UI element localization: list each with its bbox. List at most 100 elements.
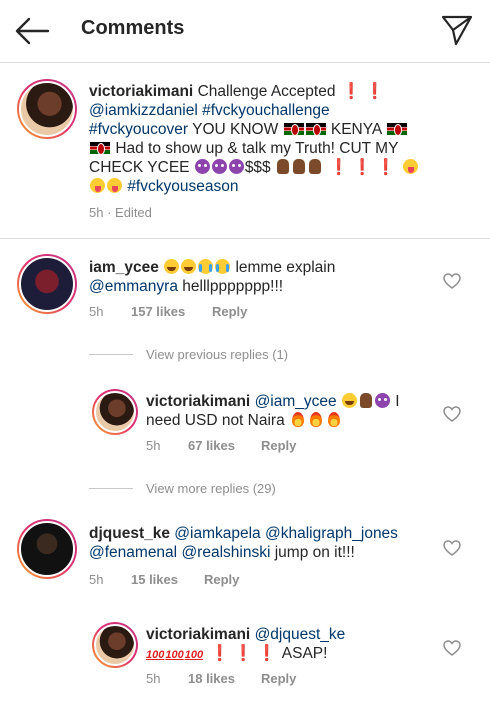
heart-outline-icon[interactable] — [443, 540, 461, 556]
like-count[interactable]: 67 likes — [188, 438, 235, 453]
comment-meta: 5h 15 likes Reply — [89, 572, 389, 590]
reply-mention[interactable]: @iam_ycee — [255, 393, 337, 410]
comment-mention[interactable]: @khaligraph_jones — [265, 525, 398, 542]
back-arrow-icon[interactable] — [14, 14, 50, 48]
reply-button[interactable]: Reply — [261, 438, 296, 453]
caption-username[interactable]: victoriakimani — [89, 83, 193, 100]
reply-text: victoriakimani @iam_ycee I need USD not … — [146, 392, 431, 430]
avatar[interactable] — [92, 389, 138, 435]
heart-outline-icon[interactable] — [443, 406, 461, 422]
exclamation-icon: ❗ — [365, 83, 385, 100]
reply-text-1: ASAP! — [281, 645, 328, 662]
comment-time: 5h — [89, 304, 104, 319]
reply-text: victoriakimani @djquest_ke 100100100 ❗ ❗ ❗… — [146, 625, 431, 665]
like-count[interactable]: 15 likes — [131, 572, 178, 587]
reply-button[interactable]: Reply — [212, 304, 247, 319]
caption-hashtag[interactable]: #fvckyouseason — [127, 178, 238, 195]
caption-divider — [0, 238, 490, 239]
avatar[interactable] — [17, 254, 77, 314]
kenya-flag-icon — [305, 123, 326, 136]
reply-button[interactable]: Reply — [204, 572, 239, 587]
view-previous-replies[interactable]: View previous replies (1) — [146, 347, 288, 362]
reply-time: 5h — [146, 438, 161, 453]
laughing-face-icon — [341, 393, 357, 408]
comment-text: iam_ycee lemme explain @emmanyra helllpp… — [89, 258, 429, 296]
like-count[interactable]: 157 likes — [131, 304, 185, 319]
caption-hashtag[interactable]: #fvckyoucover — [89, 121, 188, 138]
fire-icon — [292, 412, 305, 427]
devil-icon — [211, 159, 227, 174]
devil-icon — [194, 159, 210, 174]
avatar[interactable] — [92, 622, 138, 668]
pointing-hand-icon — [277, 159, 289, 174]
heart-outline-icon[interactable] — [443, 640, 461, 656]
caption-text-3: KENYA — [330, 121, 382, 138]
page-title: Comments — [81, 17, 185, 39]
reply-mention[interactable]: @djquest_ke — [255, 626, 346, 643]
devil-icon — [374, 393, 390, 408]
kenya-flag-icon — [283, 123, 304, 136]
heart-outline-icon[interactable] — [443, 273, 461, 289]
comment-text-1: lemme explain — [235, 259, 336, 276]
comment-time: 5h — [89, 572, 104, 587]
reply-time: 5h — [146, 671, 161, 686]
caption-meta: 5h · Edited — [89, 205, 152, 220]
devil-icon — [228, 159, 244, 174]
kenya-flag-icon — [90, 142, 110, 155]
comment-mention[interactable]: @fenamenal — [89, 544, 177, 561]
avatar[interactable] — [17, 79, 77, 139]
comment-text-2: helllppppppp!!! — [182, 278, 284, 295]
exclamation-icon: ❗ — [210, 645, 230, 662]
fire-icon — [328, 412, 341, 427]
header-bar: Comments — [0, 0, 490, 62]
tongue-face-icon — [402, 159, 418, 174]
laughing-face-icon — [164, 259, 180, 274]
comment-username[interactable]: djquest_ke — [89, 525, 170, 542]
comment-username[interactable]: iam_ycee — [89, 259, 159, 276]
pointing-hand-icon — [359, 393, 372, 408]
header-divider — [0, 62, 490, 63]
reply-meta: 5h 18 likes Reply — [146, 671, 396, 689]
exclamation-icon: ❗ — [375, 159, 396, 176]
view-replies-line — [89, 488, 133, 489]
exclamation-icon: ❗ — [352, 159, 372, 176]
comment-text: djquest_ke @iamkapela @khaligraph_jones … — [89, 524, 434, 562]
exclamation-icon: ❗ — [341, 83, 362, 100]
comment-mention[interactable]: @realshinski — [181, 544, 270, 561]
comment-mention[interactable]: @emmanyra — [89, 278, 178, 295]
caption-text-2: YOU KNOW — [192, 121, 279, 138]
caption-time: 5h — [89, 205, 104, 220]
paper-plane-icon[interactable] — [440, 14, 474, 46]
fire-icon — [310, 412, 323, 427]
pointing-hand-icon — [309, 159, 321, 174]
pointing-hand-icon — [293, 159, 305, 174]
reply-username[interactable]: victoriakimani — [146, 626, 250, 643]
avatar[interactable] — [17, 519, 77, 579]
hundred-points-icon: 100 — [165, 649, 184, 661]
comment-text-1: jump on it!!! — [274, 544, 355, 561]
exclamation-icon: ❗ — [257, 645, 277, 662]
tongue-face-icon — [107, 178, 122, 193]
crying-face-icon — [215, 259, 231, 274]
reply-button[interactable]: Reply — [261, 671, 296, 686]
caption-text-1: Challenge Accepted — [197, 83, 336, 100]
caption-mention[interactable]: @iamkizzdaniel — [89, 102, 198, 119]
crying-face-icon — [198, 259, 214, 274]
hundred-points-icon: 100 — [146, 649, 165, 661]
kenya-flag-icon — [386, 123, 407, 136]
caption-text-5: $$$ — [244, 159, 271, 176]
caption-text: victoriakimani Challenge Accepted ❗ ❗ @ia… — [89, 82, 449, 196]
exclamation-icon: ❗ — [329, 159, 349, 176]
view-more-replies[interactable]: View more replies (29) — [146, 481, 276, 496]
caption-hashtag[interactable]: #fvckyouchallenge — [202, 102, 330, 119]
reply-username[interactable]: victoriakimani — [146, 393, 250, 410]
reply-meta: 5h 67 likes Reply — [146, 438, 396, 456]
like-count[interactable]: 18 likes — [188, 671, 235, 686]
view-replies-line — [89, 354, 133, 355]
comment-mention[interactable]: @iamkapela — [174, 525, 260, 542]
tongue-face-icon — [90, 178, 105, 193]
caption-edited: Edited — [115, 205, 152, 220]
hundred-points-icon: 100 — [184, 649, 204, 661]
comment-meta: 5h 157 likes Reply — [89, 304, 389, 322]
exclamation-icon: ❗ — [233, 645, 254, 662]
